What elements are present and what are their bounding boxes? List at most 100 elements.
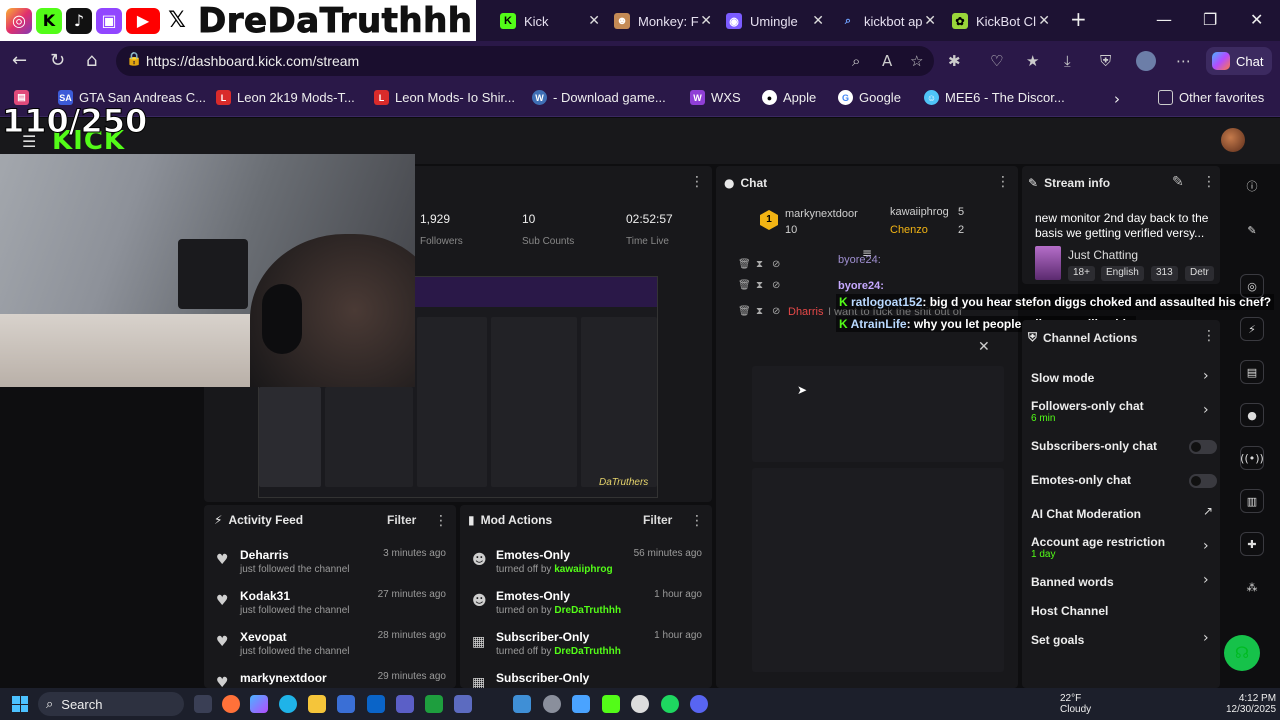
pencil-icon[interactable]: ✎ — [1240, 218, 1264, 242]
taskbar-clock[interactable]: 4:12 PM 12/30/2025 — [1226, 693, 1276, 715]
bookmark-leon-2k19[interactable]: L Leon 2k19 Mods-T... — [216, 90, 355, 105]
support-headset-button[interactable]: ☊ — [1224, 635, 1260, 671]
task-view-icon[interactable] — [194, 695, 212, 713]
document-icon[interactable]: ▤ — [1240, 360, 1264, 384]
app-icon[interactable] — [454, 695, 472, 713]
ban-icon[interactable]: ⊘ — [772, 259, 780, 270]
top-gifter-name[interactable]: markynextdoor — [785, 208, 858, 220]
chevron-right-icon[interactable]: › — [1203, 368, 1209, 384]
account-age-row[interactable]: Account age restriction — [1031, 535, 1165, 549]
refresh-icon[interactable]: ↻ — [50, 50, 65, 71]
shield-icon[interactable]: ⛨ — [1100, 52, 1111, 70]
tab-monkey[interactable]: ☻ Monkey: F ✕ — [614, 6, 712, 36]
bookmark-mee6[interactable]: ☺ MEE6 - The Discor... — [924, 90, 1065, 105]
settings-gear-icon[interactable] — [543, 695, 561, 713]
emotes-only-toggle[interactable] — [1189, 474, 1217, 488]
timeout-icon[interactable]: ⧗ — [756, 306, 763, 317]
trash-icon[interactable]: 🗑 — [738, 280, 751, 291]
minimize-button[interactable]: — — [1156, 10, 1172, 29]
external-link-icon[interactable]: ↗ — [1203, 504, 1213, 518]
download-icon[interactable]: ⤓ — [1064, 52, 1071, 70]
copilot-chat-button[interactable]: Chat — [1206, 47, 1272, 75]
more-options-icon[interactable]: ⋮ — [690, 174, 704, 190]
tab-kickbot-api[interactable]: ⌕ kickbot ap ✕ — [840, 6, 936, 36]
subscribers-only-toggle[interactable] — [1189, 440, 1217, 454]
close-icon[interactable]: ✕ — [1038, 13, 1050, 29]
favorites-icon[interactable]: ★ — [1026, 52, 1039, 70]
gamebar-icon[interactable] — [425, 695, 443, 713]
set-goals-row[interactable]: Set goals — [1031, 633, 1084, 647]
followers-only-row[interactable]: Followers-only chat — [1031, 399, 1144, 413]
edit-icon[interactable]: ✎ — [1172, 174, 1184, 190]
spotify-icon[interactable] — [661, 695, 679, 713]
favorite-star-icon[interactable]: ☆ — [910, 52, 923, 70]
close-icon[interactable]: ✕ — [924, 13, 936, 29]
bookmark-google[interactable]: G Google — [838, 90, 901, 105]
apps-icon[interactable]: ⁂ — [1240, 575, 1264, 599]
copilot-icon[interactable] — [250, 695, 268, 713]
close-icon[interactable]: ✕ — [588, 13, 600, 29]
weather-widget[interactable]: 22°F Cloudy — [1060, 693, 1091, 715]
close-icon[interactable]: ✕ — [812, 13, 824, 29]
chat-icon[interactable]: ● — [1240, 403, 1264, 427]
close-window-button[interactable]: ✕ — [1250, 10, 1263, 29]
file-explorer-icon[interactable] — [308, 695, 326, 713]
slow-mode-row[interactable]: Slow mode — [1031, 371, 1094, 385]
kick-app-icon[interactable] — [602, 695, 620, 713]
broadcast-icon[interactable]: ((•)) — [1240, 446, 1264, 470]
store-icon[interactable] — [337, 695, 355, 713]
read-aloud-icon[interactable]: A — [882, 52, 892, 70]
taskbar-search[interactable]: ⌕ Search — [38, 692, 184, 716]
tab-umingle[interactable]: ◉ Umingle ✕ — [726, 6, 824, 36]
host-channel-row[interactable]: Host Channel — [1031, 604, 1108, 618]
deleted-chat-username[interactable]: Dharris — [788, 306, 823, 318]
activity-filter-button[interactable]: Filter — [387, 513, 416, 527]
chat-username[interactable]: byore24: — [838, 280, 884, 292]
new-tab-button[interactable]: + — [1070, 7, 1087, 31]
url-field[interactable]: 🔒 https://dashboard.kick.com/stream — [116, 46, 934, 76]
home-icon[interactable]: ⌂ — [86, 50, 97, 71]
back-icon[interactable]: ← — [12, 50, 27, 71]
bookmark-wxs[interactable]: W WXS — [690, 90, 741, 105]
chevron-right-icon[interactable]: › — [1203, 572, 1209, 588]
layout-icon[interactable]: ▥ — [1240, 489, 1264, 513]
banned-words-row[interactable]: Banned words — [1031, 575, 1114, 589]
feed-user[interactable]: Kodak31 — [240, 589, 290, 603]
more-options-icon[interactable]: ⋮ — [1202, 328, 1216, 344]
teams-icon[interactable] — [396, 695, 414, 713]
bookmark-other-favorites[interactable]: Other favorites — [1158, 90, 1264, 105]
ban-icon[interactable]: ⊘ — [772, 306, 780, 317]
timeout-icon[interactable]: ⧗ — [756, 280, 763, 291]
photos-icon[interactable] — [572, 695, 590, 713]
mod-filter-button[interactable]: Filter — [643, 513, 672, 527]
wrench-icon[interactable]: ✚ — [1240, 532, 1264, 556]
discord-icon[interactable] — [690, 695, 708, 713]
chevron-right-icon[interactable]: › — [1203, 630, 1209, 646]
info-icon[interactable]: ⓘ — [1240, 174, 1264, 198]
more-options-icon[interactable]: ⋮ — [434, 513, 448, 529]
edge-icon[interactable] — [279, 695, 297, 713]
outlook-icon[interactable] — [367, 695, 385, 713]
more-options-icon[interactable]: ⋮ — [996, 174, 1010, 190]
user-avatar[interactable] — [1221, 128, 1245, 152]
tab-kick[interactable]: K Kick ✕ — [500, 6, 600, 36]
profile-avatar[interactable] — [1136, 51, 1156, 71]
stream-category[interactable]: Just Chatting — [1068, 248, 1138, 262]
feed-user[interactable]: markynextdoor — [240, 671, 327, 685]
more-menu-icon[interactable]: ⋯ — [1176, 52, 1191, 70]
performance-icon[interactable]: ♡ — [990, 52, 1003, 70]
bookmarks-more-chevron-icon[interactable]: › — [1114, 90, 1120, 108]
lightning-icon[interactable]: ⚡ — [1240, 317, 1264, 341]
more-options-icon[interactable]: ⋮ — [1202, 174, 1216, 190]
restore-button[interactable]: ❐ — [1203, 10, 1217, 29]
camera-icon[interactable]: ◎ — [1240, 274, 1264, 298]
extensions-icon[interactable]: ✱ — [948, 52, 961, 70]
bookmark-download-game[interactable]: W - Download game... — [532, 90, 666, 105]
windows-start-icon[interactable] — [12, 696, 28, 712]
firefox-icon[interactable] — [222, 695, 240, 713]
trash-icon[interactable]: 🗑 — [738, 306, 751, 317]
ban-icon[interactable]: ⊘ — [772, 280, 780, 291]
app-icon[interactable] — [513, 695, 531, 713]
zoom-icon[interactable]: ⌕ — [852, 52, 860, 70]
chat-username[interactable]: byore24: — [838, 254, 881, 266]
